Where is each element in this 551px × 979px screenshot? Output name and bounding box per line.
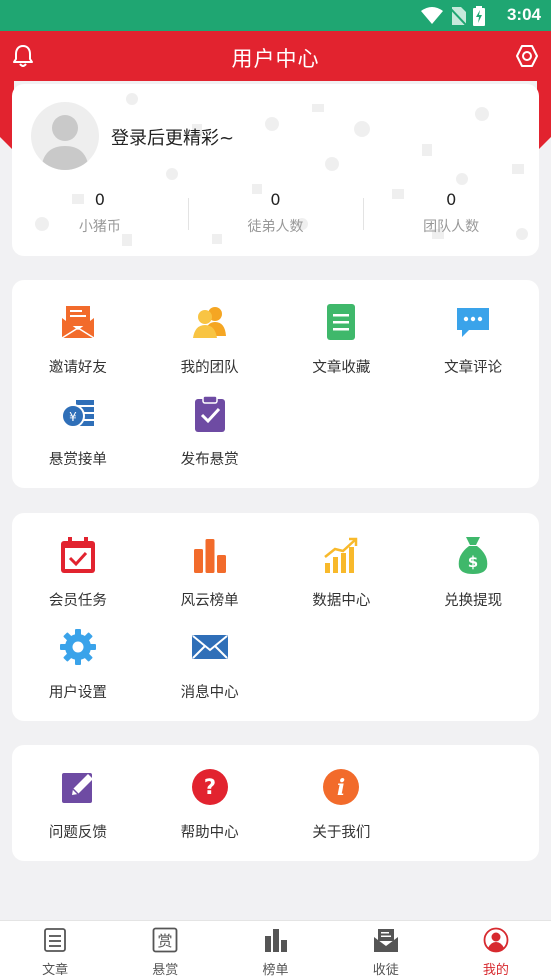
menu-panel-3: 问题反馈 ? 帮助中心 i 关于我们 bbox=[12, 745, 539, 861]
tab-rankings[interactable]: 榜单 bbox=[220, 921, 330, 979]
tab-label: 收徒 bbox=[372, 963, 399, 978]
battery-charging-icon bbox=[473, 6, 485, 26]
profile-card: 登录后更精彩~ 0 小猪币 0 徒弟人数 0 团队人数 bbox=[12, 84, 539, 256]
stat-label: 小猪币 bbox=[78, 219, 121, 235]
status-bar: 3:04 bbox=[0, 0, 551, 31]
tab-label: 文章 bbox=[42, 963, 69, 978]
menu-item-data-center[interactable]: 数据中心 bbox=[276, 533, 408, 625]
menu-item-help-center[interactable]: ? 帮助中心 bbox=[144, 765, 276, 857]
tab-recruit[interactable]: 收徒 bbox=[331, 921, 441, 979]
bar-chart-icon bbox=[193, 539, 226, 573]
stat-label: 团队人数 bbox=[423, 219, 480, 235]
menu-item-label: 数据中心 bbox=[312, 593, 371, 609]
stat-value: 0 bbox=[94, 190, 105, 209]
no-sim-icon bbox=[450, 7, 466, 25]
svg-text:¥: ¥ bbox=[69, 410, 77, 424]
menu-item-label: 帮助中心 bbox=[180, 825, 239, 841]
tab-profile[interactable]: 我的 bbox=[441, 921, 551, 979]
menu-panel-1: 邀请好友 我的团队 文章收藏 文章评论 ¥ 悬赏接单 发布悬赏 bbox=[12, 280, 539, 488]
tab-articles[interactable]: 文章 bbox=[0, 921, 110, 979]
menu-item-post-reward[interactable]: 发布悬赏 bbox=[144, 392, 276, 484]
tab-label: 悬赏 bbox=[152, 963, 179, 978]
avatar[interactable] bbox=[31, 102, 99, 170]
menu-item-label: 问题反馈 bbox=[48, 825, 107, 841]
menu-item-user-settings[interactable]: 用户设置 bbox=[12, 625, 144, 717]
menu-item-label: 会员任务 bbox=[48, 593, 107, 609]
stat-value: 0 bbox=[270, 190, 281, 209]
menu-item-label: 兑换提现 bbox=[444, 593, 503, 609]
user-silhouette-icon bbox=[41, 115, 89, 170]
svg-text:$: $ bbox=[468, 553, 478, 571]
menu-item-accept-reward[interactable]: ¥ 悬赏接单 bbox=[12, 392, 144, 484]
reward-glyph: 赏 bbox=[158, 932, 173, 950]
edit-icon bbox=[61, 773, 93, 803]
menu-item-label: 我的团队 bbox=[180, 360, 239, 376]
stat-coins[interactable]: 0 小猪币 bbox=[12, 186, 188, 246]
svg-text:i: i bbox=[337, 775, 345, 801]
settings-icon[interactable] bbox=[515, 44, 539, 68]
invite-envelope-icon bbox=[61, 306, 95, 339]
status-time: 3:04 bbox=[506, 5, 541, 24]
menu-item-label: 风云榜单 bbox=[180, 593, 239, 609]
gear-icon bbox=[59, 629, 96, 665]
calendar-check-icon bbox=[60, 537, 95, 573]
tab-label: 榜单 bbox=[262, 963, 289, 978]
menu-item-label: 文章收藏 bbox=[312, 360, 371, 376]
menu-item-label: 关于我们 bbox=[312, 825, 371, 841]
menu-item-invite[interactable]: 邀请好友 bbox=[12, 300, 144, 392]
menu-panel-2: 会员任务 风云榜单 数据中心 $ 兑换提现 用户设置 消息中心 bbox=[12, 513, 539, 721]
article-icon bbox=[44, 928, 66, 952]
menu-item-label: 悬赏接单 bbox=[48, 452, 107, 468]
question-icon: ? bbox=[191, 769, 228, 805]
menu-item-label: 邀请好友 bbox=[48, 360, 107, 376]
growth-chart-icon bbox=[324, 537, 358, 573]
info-icon: i bbox=[323, 769, 360, 805]
reward-icon: 赏 bbox=[152, 927, 178, 953]
menu-item-messages[interactable]: 消息中心 bbox=[144, 625, 276, 717]
menu-item-my-team[interactable]: 我的团队 bbox=[144, 300, 276, 392]
menu-item-member-tasks[interactable]: 会员任务 bbox=[12, 533, 144, 625]
tab-rewards[interactable]: 赏 悬赏 bbox=[110, 921, 220, 979]
menu-item-article-favorites[interactable]: 文章收藏 bbox=[276, 300, 408, 392]
login-prompt[interactable]: 登录后更精彩~ bbox=[111, 124, 234, 150]
menu-item-label: 消息中心 bbox=[180, 685, 239, 701]
menu-item-label: 用户设置 bbox=[48, 685, 107, 701]
page-title: 用户中心 bbox=[231, 47, 320, 71]
stat-team[interactable]: 0 团队人数 bbox=[363, 186, 539, 246]
app-header: 用户中心 bbox=[0, 31, 551, 81]
team-icon bbox=[192, 307, 226, 338]
tab-label: 我的 bbox=[482, 963, 509, 978]
menu-item-rankings[interactable]: 风云榜单 bbox=[144, 533, 276, 625]
recruit-icon bbox=[373, 929, 398, 952]
stat-value: 0 bbox=[446, 190, 457, 209]
menu-item-label: 文章评论 bbox=[444, 360, 503, 376]
svg-text:?: ? bbox=[204, 775, 216, 799]
clipboard-check-icon bbox=[194, 395, 225, 432]
ranking-icon bbox=[264, 929, 287, 952]
money-bag-icon: $ bbox=[458, 537, 488, 574]
comment-bubble-icon bbox=[457, 308, 490, 337]
menu-item-feedback[interactable]: 问题反馈 bbox=[12, 765, 144, 857]
profile-stats: 0 小猪币 0 徒弟人数 0 团队人数 bbox=[12, 186, 539, 246]
coin-stack-icon: ¥ bbox=[60, 400, 94, 428]
menu-item-label: 发布悬赏 bbox=[180, 452, 239, 468]
stat-apprentices[interactable]: 0 徒弟人数 bbox=[187, 186, 364, 246]
mail-icon bbox=[191, 635, 228, 659]
menu-item-article-comments[interactable]: 文章评论 bbox=[407, 300, 539, 392]
menu-item-redeem-withdraw[interactable]: $ 兑换提现 bbox=[407, 533, 539, 625]
wifi-icon bbox=[421, 7, 443, 24]
document-icon bbox=[327, 304, 356, 340]
stat-label: 徒弟人数 bbox=[247, 219, 304, 235]
header-wing-right bbox=[537, 81, 551, 151]
profile-icon bbox=[483, 927, 509, 953]
bottom-tab-bar: 文章 赏 悬赏 榜单 收徒 我的 bbox=[0, 920, 551, 979]
menu-item-about-us[interactable]: i 关于我们 bbox=[276, 765, 408, 857]
status-icons bbox=[421, 6, 485, 26]
